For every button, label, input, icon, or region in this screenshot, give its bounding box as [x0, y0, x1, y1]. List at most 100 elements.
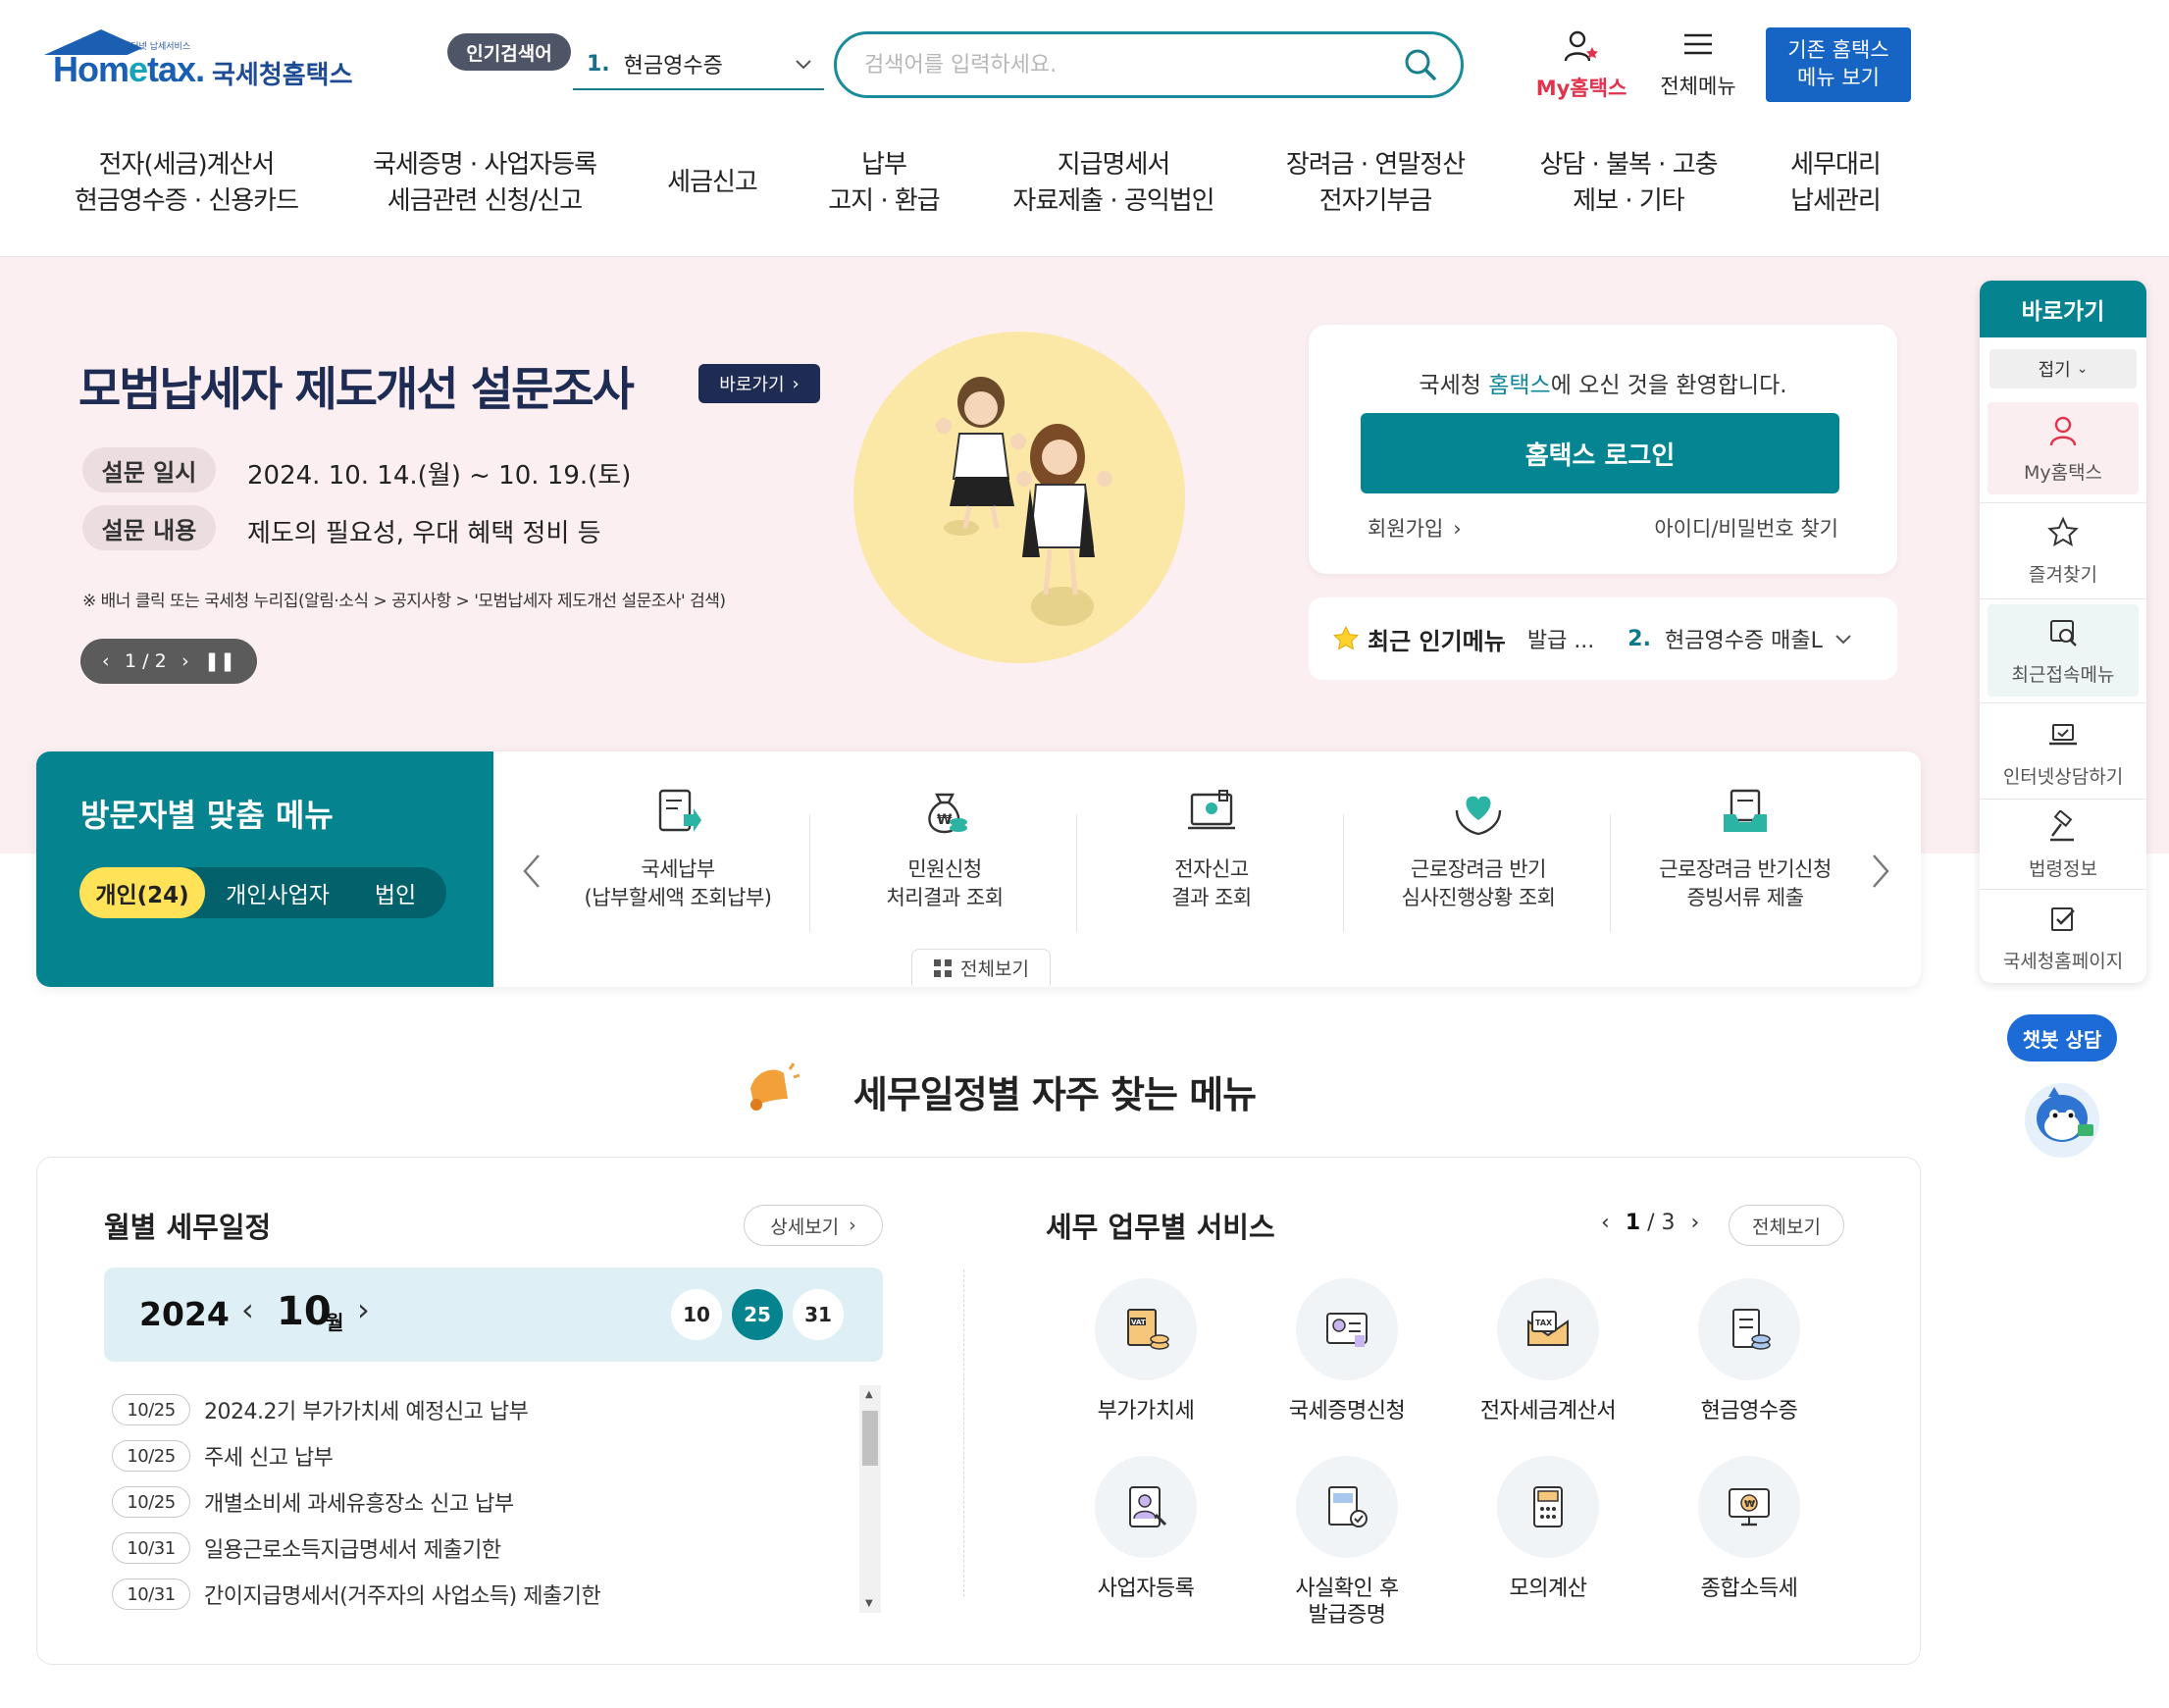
survey-illustration — [853, 332, 1185, 663]
gnb-item-agent[interactable]: 세무대리 납세관리 — [1782, 147, 1889, 220]
chevron-down-icon[interactable] — [1833, 628, 1854, 649]
gnb-item-consulting[interactable]: 상담 · 불복 · 고충 제보 · 기타 — [1530, 147, 1727, 220]
schedule-scrollbar[interactable]: ▲ ▼ — [859, 1385, 881, 1613]
quick-recent-menu[interactable]: 최근접속메뉴 — [1988, 604, 2139, 697]
service-cash-receipt[interactable]: 현금영수증 — [1651, 1278, 1847, 1424]
day-chip-25[interactable]: 25 — [732, 1289, 783, 1340]
certificate-icon — [1326, 1313, 1368, 1347]
services-next-icon[interactable]: › — [1691, 1211, 1700, 1235]
year-label: 2024 — [139, 1295, 230, 1333]
banner-pager[interactable]: ‹ 1 / 2 › ❚❚ — [80, 639, 257, 684]
schedule-row[interactable]: 10/25 2024.2기 부가가치세 예정신고 납부 — [112, 1393, 529, 1426]
chatbot-mascot-icon[interactable] — [2019, 1075, 2105, 1162]
gnb-item-payment-statement[interactable]: 지급명세서 자료제출 · 공익법인 — [1005, 147, 1222, 220]
banner-content-label: 설문 내용 — [82, 505, 216, 550]
banner-prev-icon[interactable]: ‹ — [102, 650, 110, 672]
signup-link[interactable]: 회원가입 › — [1368, 513, 1462, 543]
gnb-item-certificate[interactable]: 국세증명 · 사업자등록 세금관련 신청/신고 — [365, 147, 604, 220]
visitor-item-tax-payment[interactable]: 국세납부 (납부할세액 조회납부) — [545, 785, 810, 932]
service-income-tax[interactable]: ₩ 종합소득세 — [1651, 1456, 1847, 1602]
scroll-up-icon[interactable]: ▲ — [865, 1389, 873, 1400]
my-hometax-button[interactable]: My홈택스 — [1530, 29, 1632, 102]
star-icon — [1333, 625, 1359, 650]
chatbot-button[interactable]: 챗봇 상담 — [2007, 1014, 2117, 1061]
find-id-password-link[interactable]: 아이디/비밀번호 찾기 — [1654, 513, 1838, 543]
schedule-row[interactable]: 10/31 일용근로소득지급명세서 제출기한 — [112, 1531, 501, 1565]
quick-fold-button[interactable]: 접기 ⌄ — [1989, 349, 2137, 388]
service-mock-calculation[interactable]: 모의계산 — [1450, 1456, 1646, 1602]
visitor-tabs: 개인(24) 개인사업자 법인 — [79, 867, 446, 918]
tab-corporation[interactable]: 법인 — [350, 867, 440, 918]
hometax-logo[interactable]: 인터넷 납세서비스 Hometax. 국세청홈택스 — [39, 29, 363, 98]
scroll-thumb[interactable] — [862, 1411, 878, 1466]
gavel-icon — [2050, 809, 2074, 842]
heart-hands-icon — [1455, 796, 1502, 836]
services-prev-icon[interactable]: ‹ — [1601, 1211, 1610, 1235]
search-icon[interactable] — [1404, 48, 1437, 81]
gnb-item-tax-return[interactable]: 세금신고 — [663, 165, 761, 201]
gnb-item-einvoice[interactable]: 전자(세금)계산서 현금영수증 · 신용카드 — [69, 147, 304, 220]
visitor-separator — [1076, 814, 1077, 932]
legacy-menu-button[interactable]: 기존 홈택스 메뉴 보기 — [1766, 27, 1911, 102]
service-certificate[interactable]: 국세증명신청 — [1249, 1278, 1445, 1424]
month-prev-icon[interactable]: ‹ — [241, 1291, 254, 1328]
schedule-section-heading: 세무일정별 자주 찾는 메뉴 — [852, 1073, 1257, 1116]
grid-icon — [934, 958, 953, 977]
search-input[interactable] — [864, 52, 1374, 78]
day-chip-31[interactable]: 31 — [793, 1289, 844, 1340]
service-fact-confirmation[interactable]: 사실확인 후 발급증명 — [1249, 1456, 1445, 1629]
service-business-registration[interactable]: 사업자등록 — [1048, 1456, 1244, 1602]
schedule-row[interactable]: 10/25 주세 신고 납부 — [112, 1439, 334, 1473]
schedule-row[interactable]: 10/25 개별소비세 과세유흥장소 신고 납부 — [112, 1485, 514, 1519]
legacy-menu-line2: 메뉴 보기 — [1797, 66, 1880, 89]
banner-date-label: 설문 일시 — [82, 447, 216, 492]
tab-individual[interactable]: 개인(24) — [79, 867, 205, 918]
banner-pause-icon[interactable]: ❚❚ — [204, 650, 235, 672]
banner-go-button[interactable]: 바로가기 › — [698, 364, 820, 403]
visitor-prev-icon[interactable] — [517, 852, 546, 891]
visitor-separator — [1610, 814, 1611, 932]
recent-popular-item-2[interactable]: 현금영수증 매출L — [1665, 623, 1823, 654]
gnb-item-incentive[interactable]: 장려금 · 연말정산 전자기부금 — [1277, 147, 1473, 220]
visitor-item-eitc-documents[interactable]: 근로장려금 반기신청 증빙서류 제출 — [1613, 785, 1878, 932]
service-e-tax-invoice[interactable]: TAX 전자세금계산서 — [1450, 1278, 1646, 1424]
popular-keyword: 현금영수증 — [623, 54, 723, 78]
recent-popular-menu[interactable]: 최근 인기메뉴 발급 ... 2. 현금영수증 매출L — [1309, 597, 1897, 680]
services-page-indicator: 1 / 3 — [1625, 1211, 1676, 1235]
visitor-item-e-filing-result[interactable]: 전자신고 결과 조회 — [1079, 785, 1344, 932]
document-tray-icon — [1724, 789, 1767, 832]
month-next-icon[interactable]: › — [357, 1291, 370, 1328]
quick-my-hometax[interactable]: My홈택스 — [1988, 402, 2139, 494]
quick-online-consult[interactable]: 인터넷상담하기 — [1988, 706, 2139, 799]
banner-next-icon[interactable]: › — [181, 650, 189, 672]
day-chip-10[interactable]: 10 — [671, 1289, 722, 1340]
gnb-item-payment[interactable]: 납부 고지 · 환급 — [822, 147, 946, 220]
tab-sole-proprietor[interactable]: 개인사업자 — [211, 867, 344, 918]
service-vat[interactable]: VAT 부가가치세 — [1048, 1278, 1244, 1424]
quick-nts-homepage[interactable]: 국세청홈페이지 — [1988, 891, 2139, 983]
visitor-menu-header: 방문자별 맞춤 메뉴 개인(24) 개인사업자 법인 — [36, 751, 493, 987]
visitor-item-eitc-review[interactable]: 근로장려금 반기 심사진행상황 조회 — [1346, 785, 1611, 932]
visitor-view-all-button[interactable]: 전체보기 — [911, 949, 1051, 986]
popular-search-select[interactable]: 1. 현금영수증 — [573, 39, 824, 90]
quick-separator — [1980, 889, 2146, 890]
schedule-row[interactable]: 10/31 간이지급명세서(거주자의 사업소득) 제출기한 — [112, 1578, 601, 1611]
edit-checklist-icon — [2051, 907, 2075, 931]
banner-title[interactable]: 모범납세자 제도개선 설문조사 — [78, 351, 635, 419]
visitor-item-civil-result[interactable]: ₩ 민원신청 처리결과 조회 — [812, 785, 1077, 932]
recent-popular-item-1[interactable]: 발급 ... — [1527, 623, 1594, 654]
quick-separator — [1980, 502, 2146, 503]
login-button[interactable]: 홈택스 로그인 — [1361, 413, 1839, 493]
monthly-schedule-title: 월별 세무일정 — [104, 1211, 272, 1244]
banner-content-value: 제도의 필요성, 우대 혜택 정비 등 — [247, 519, 601, 548]
schedule-detail-button[interactable]: 상세보기 › — [744, 1205, 883, 1246]
laptop-icon — [2049, 724, 2077, 746]
scroll-down-icon[interactable]: ▼ — [865, 1598, 873, 1609]
services-pager: ‹ 1 / 3 › — [1601, 1211, 1699, 1235]
quick-law-info[interactable]: 법령정보 — [1988, 799, 2139, 891]
quick-favorites[interactable]: 즐겨찾기 — [1988, 504, 2139, 596]
services-view-all-button[interactable]: 전체보기 — [1729, 1205, 1844, 1246]
banner-page-indicator: 1 / 2 — [125, 650, 167, 672]
all-menu-button[interactable]: 전체메뉴 — [1654, 29, 1742, 102]
logo-wordmark: Hometax. — [53, 49, 205, 89]
